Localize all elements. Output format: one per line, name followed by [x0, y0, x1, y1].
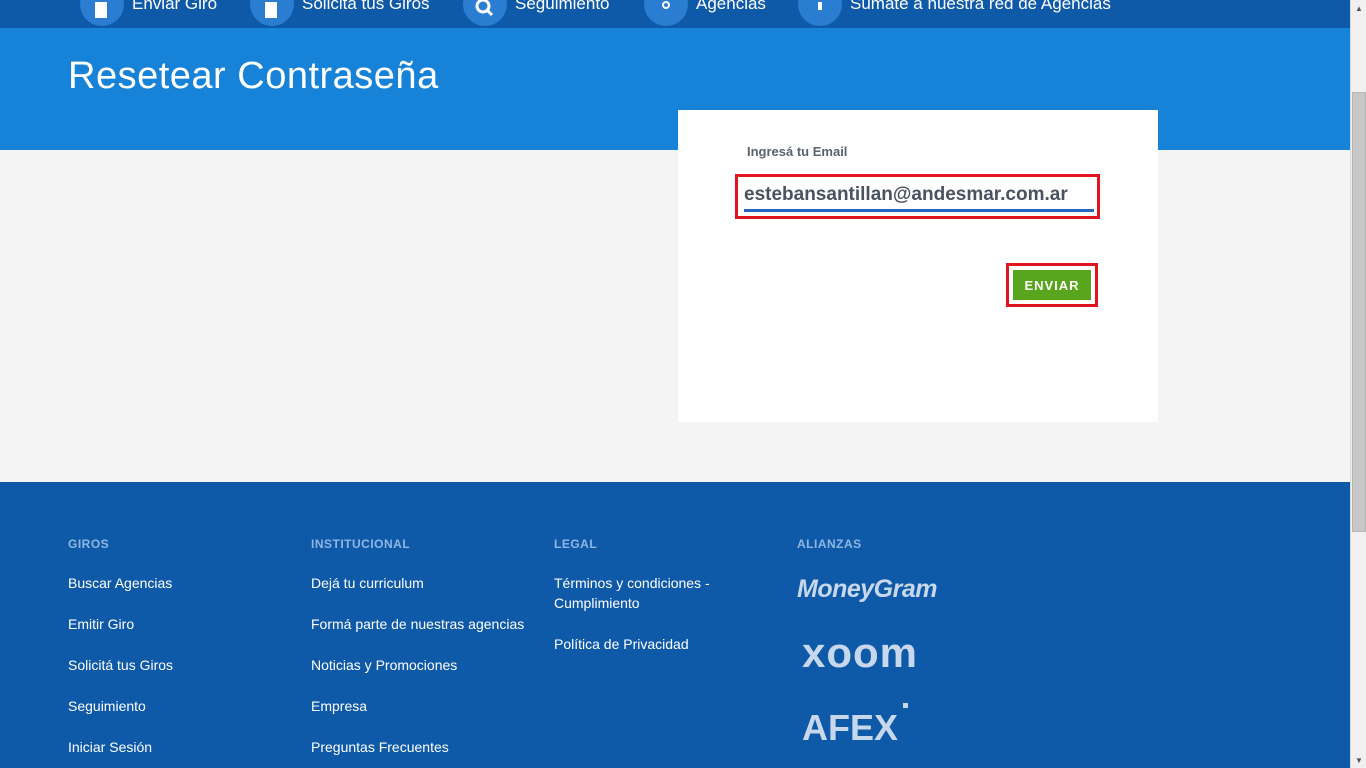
footer-link-buscar-agencias[interactable]: Buscar Agencias	[68, 573, 173, 593]
nav-seguimiento[interactable]: Seguimiento	[463, 0, 610, 26]
nav-solicita-giros[interactable]: Solicita tus Giros	[250, 0, 430, 26]
nav-sumate-red[interactable]: Sumate a nuestra red de Agencias	[798, 0, 1111, 26]
email-input[interactable]	[744, 181, 1094, 209]
footer-link-seguimiento[interactable]: Seguimiento	[68, 696, 173, 716]
info-icon	[798, 0, 842, 26]
scroll-thumb[interactable]	[1352, 92, 1366, 532]
footer-col-giros: GIROS Buscar Agencias Emitir Giro Solici…	[68, 537, 173, 768]
reset-password-card: Ingresá tu Email ENVIAR	[678, 110, 1158, 422]
moneygram-logo: MoneyGram	[797, 575, 937, 603]
footer-link-privacidad[interactable]: Política de Privacidad	[554, 634, 744, 654]
email-underline	[744, 209, 1094, 212]
footer-link-emitir-giro[interactable]: Emitir Giro	[68, 614, 173, 634]
doc-pen-icon	[250, 0, 294, 26]
email-label: Ingresá tu Email	[747, 144, 848, 159]
scroll-up-arrow-icon[interactable]: ▲	[1351, 0, 1366, 16]
nav-label: Agencias	[696, 0, 766, 13]
nav-enviar-giro[interactable]: Enviar Giro	[80, 0, 217, 26]
footer-heading: INSTITUCIONAL	[311, 537, 411, 551]
email-field-highlight	[735, 174, 1100, 219]
nav-label: Seguimiento	[515, 0, 610, 13]
footer-heading: ALIANZAS	[797, 537, 862, 551]
footer-col-institucional: INSTITUCIONAL Dejá tu curriculum Formá p…	[311, 537, 524, 768]
nav-label: Sumate a nuestra red de Agencias	[850, 0, 1111, 13]
nav-label: Solicita tus Giros	[302, 0, 430, 13]
footer-link-empresa[interactable]: Empresa	[311, 696, 524, 716]
page-title: Resetear Contraseña	[68, 55, 439, 97]
nav-label: Enviar Giro	[132, 0, 218, 13]
footer: GIROS Buscar Agencias Emitir Giro Solici…	[0, 482, 1350, 768]
send-button-highlight: ENVIAR	[1006, 263, 1098, 307]
footer-heading: LEGAL	[554, 537, 598, 551]
scroll-down-arrow-icon[interactable]: ▼	[1351, 752, 1366, 768]
top-nav: Enviar Giro Solicita tus Giros Seguimien…	[0, 0, 1350, 28]
doc-pen-icon	[80, 0, 124, 26]
footer-link-agencias[interactable]: Formá parte de nuestras agencias	[311, 614, 524, 634]
footer-link-noticias[interactable]: Noticias y Promociones	[311, 655, 524, 675]
search-icon	[463, 0, 507, 26]
xoom-logo: xoom	[802, 629, 919, 676]
map-pin-icon	[644, 0, 688, 26]
footer-col-legal: LEGAL Términos y condiciones - Cumplimie…	[554, 537, 744, 675]
footer-link-iniciar-sesion[interactable]: Iniciar Sesión	[68, 737, 173, 757]
footer-link-terminos[interactable]: Términos y condiciones - Cumplimiento	[554, 573, 744, 613]
afex-logo: AFEX	[802, 707, 899, 748]
footer-link-preguntas[interactable]: Preguntas Frecuentes	[311, 737, 524, 757]
page-scrollbar[interactable]: ▲ ▼	[1350, 0, 1366, 768]
footer-link-solicita-giros[interactable]: Solicitá tus Giros	[68, 655, 173, 675]
send-button[interactable]: ENVIAR	[1013, 270, 1091, 300]
footer-col-alianzas: ALIANZAS MoneyGram xoom AFEX	[797, 537, 997, 767]
nav-agencias[interactable]: Agencias	[644, 0, 766, 26]
footer-link-curriculum[interactable]: Dejá tu curriculum	[311, 573, 524, 593]
footer-heading: GIROS	[68, 537, 110, 551]
afex-logo-dot	[903, 703, 908, 708]
